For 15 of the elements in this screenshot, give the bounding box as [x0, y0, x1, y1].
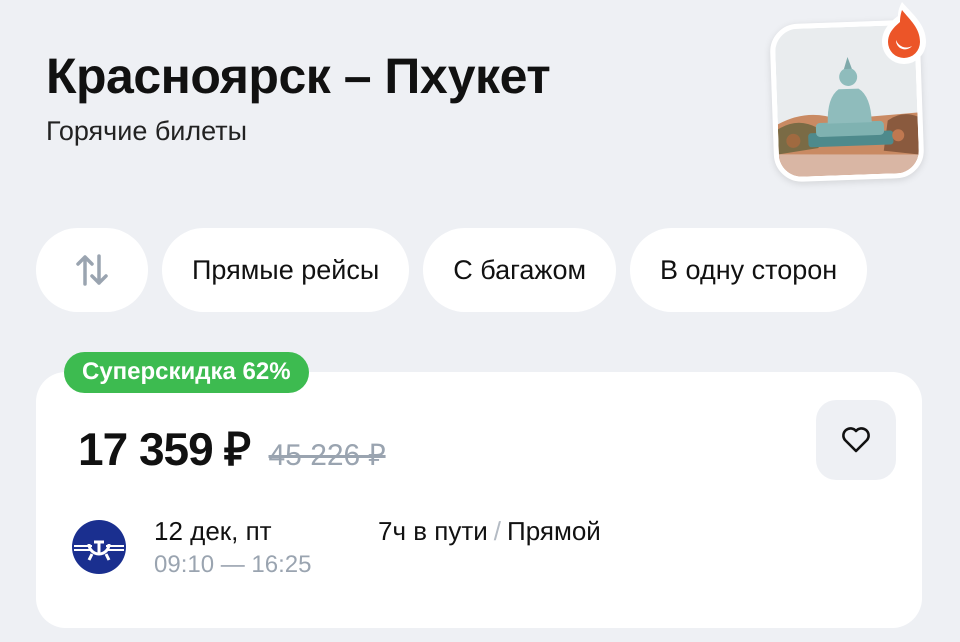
filter-chip[interactable]: С багажом — [423, 228, 616, 312]
subtitle: Горячие билеты — [46, 116, 248, 147]
flight-duration: 7ч в пути / Прямой — [378, 516, 601, 547]
airline-logo-icon — [72, 520, 126, 574]
heart-icon — [841, 426, 871, 454]
price: 17 359 ₽ — [78, 422, 250, 477]
flight-date: 12 дек, пт — [154, 516, 273, 547]
old-price: 45 226 ₽ — [268, 438, 386, 474]
filter-chip[interactable]: В одну сторон — [630, 228, 868, 312]
discount-badge: Суперскидка 62% — [64, 352, 309, 393]
favorite-button[interactable] — [816, 400, 896, 480]
sort-icon — [74, 252, 110, 288]
route-title: Красноярск – Пхукет — [46, 47, 550, 106]
flight-times: 09:10 — 16:25 — [154, 551, 312, 579]
filter-chip[interactable]: Прямые рейсы — [162, 228, 410, 312]
